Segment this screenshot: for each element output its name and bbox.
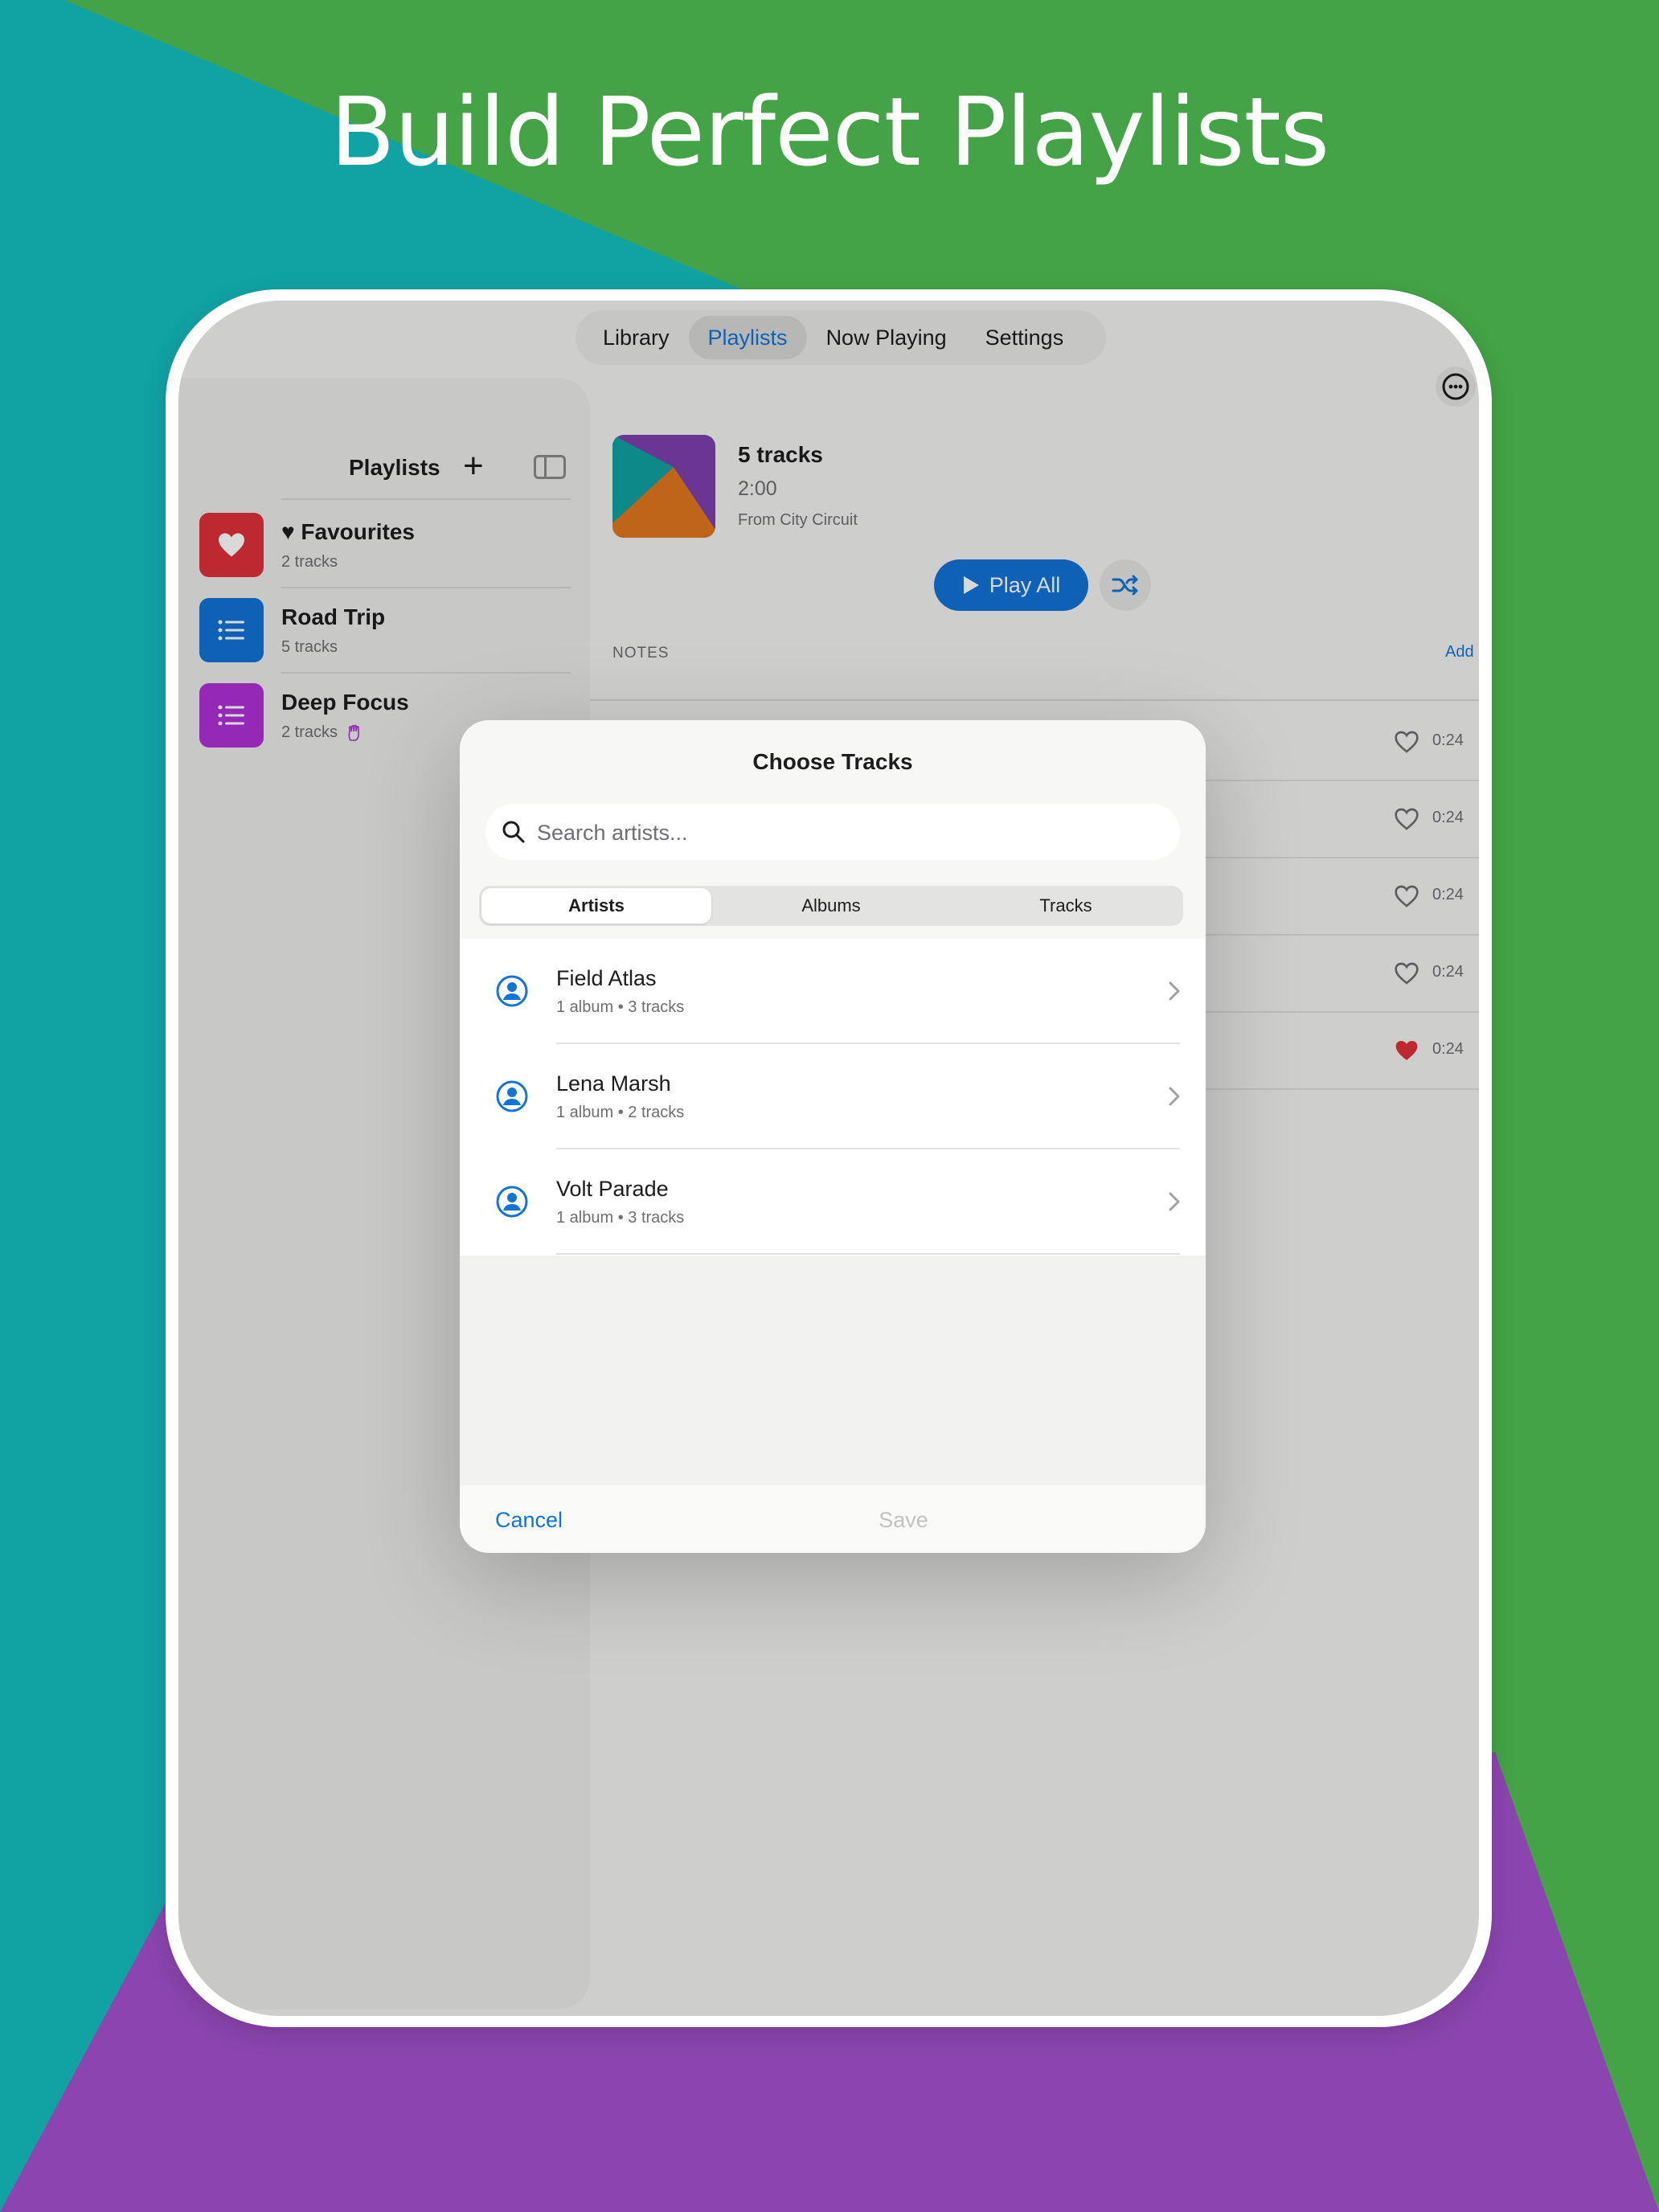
segment-artists[interactable]: Artists xyxy=(481,888,711,924)
divider xyxy=(556,1253,1180,1255)
modal-footer: Cancel Save xyxy=(460,1485,1206,1553)
artist-row-volt-parade[interactable]: Volt Parade 1 album • 3 tracks xyxy=(460,1149,1206,1255)
person-circle-icon xyxy=(496,1186,528,1218)
app-screen: Library Playlists Now Playing Settings P… xyxy=(178,301,1479,2016)
search-icon xyxy=(502,821,525,843)
artist-meta: 1 album • 3 tracks xyxy=(556,1209,685,1227)
chevron-right-icon xyxy=(1169,1192,1180,1211)
segmented-control: Artists Albums Tracks xyxy=(479,886,1183,926)
artist-name: Volt Parade xyxy=(556,1177,669,1201)
choose-tracks-modal: Choose Tracks Artists Albums Tracks Fiel… xyxy=(460,720,1206,1553)
artist-name: Field Atlas xyxy=(556,966,657,990)
artist-row-lena-marsh[interactable]: Lena Marsh 1 album • 2 tracks xyxy=(460,1044,1206,1149)
segment-albums[interactable]: Albums xyxy=(716,888,946,924)
modal-header: Choose Tracks Artists Albums Tracks xyxy=(460,720,1206,939)
person-circle-icon xyxy=(496,1080,528,1112)
save-button[interactable]: Save xyxy=(460,1508,1206,1533)
artist-meta: 1 album • 2 tracks xyxy=(556,1104,685,1121)
headline: Build Perfect Playlists xyxy=(330,76,1329,187)
person-circle-icon xyxy=(496,975,528,1007)
chevron-right-icon xyxy=(1169,981,1180,1001)
search-input[interactable] xyxy=(535,804,1165,862)
artist-meta: 1 album • 3 tracks xyxy=(556,998,685,1016)
tablet-frame: Library Playlists Now Playing Settings P… xyxy=(166,289,1492,2027)
modal-title: Choose Tracks xyxy=(752,749,913,774)
segment-tracks[interactable]: Tracks xyxy=(951,888,1181,924)
search-field[interactable] xyxy=(485,804,1180,862)
artist-name: Lena Marsh xyxy=(556,1071,671,1096)
artist-list: Field Atlas 1 album • 3 tracks Lena Mars… xyxy=(460,939,1206,1256)
artist-row-field-atlas[interactable]: Field Atlas 1 album • 3 tracks xyxy=(460,939,1206,1044)
chevron-right-icon xyxy=(1169,1087,1180,1106)
